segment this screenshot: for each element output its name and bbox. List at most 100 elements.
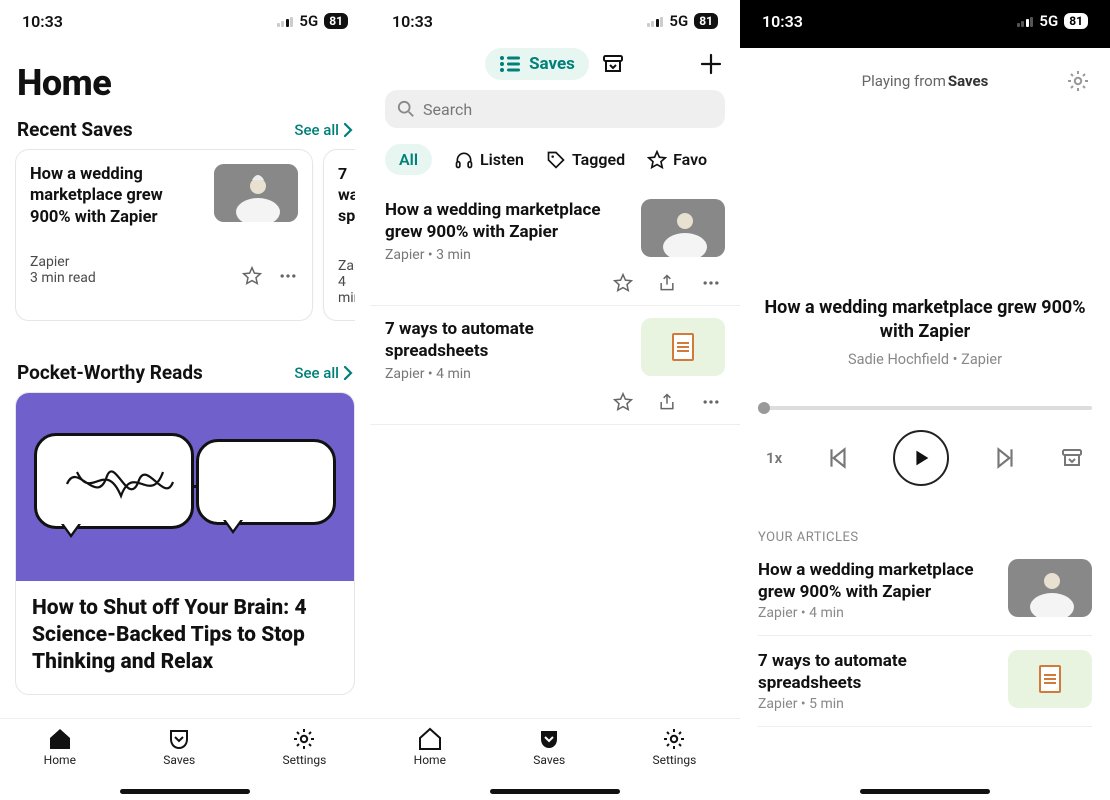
gear-icon (662, 727, 686, 751)
item-title: 7 ways to automate spreadsheets (385, 318, 629, 362)
plus-icon (700, 53, 722, 75)
card-thumbnail (214, 164, 298, 222)
gear-icon (1066, 69, 1090, 93)
card-title: How to Shut off Your Brain: 4 Science-Ba… (16, 581, 354, 694)
home-indicator[interactable] (490, 789, 620, 794)
battery-icon: 81 (324, 13, 348, 29)
player-settings-button[interactable] (1066, 69, 1090, 93)
archive-tab[interactable] (601, 52, 625, 76)
nav-label: Saves (163, 753, 195, 767)
signal-bars-icon (277, 15, 294, 27)
nav-settings[interactable]: Settings (652, 727, 696, 767)
star-icon (647, 150, 667, 170)
queue-item[interactable]: How a wedding marketplace grew 900% with… (758, 545, 1092, 636)
see-all-label: See all (294, 121, 339, 139)
playing-from-source: Saves (948, 72, 988, 90)
recent-saves-carousel[interactable]: How a wedding marketplace grew 900% with… (15, 149, 355, 321)
see-all-label: See all (294, 364, 339, 382)
recent-see-all-link[interactable]: See all (294, 121, 353, 139)
more-horizontal-icon (278, 266, 298, 286)
item-meta: Zapier • 3 min (385, 247, 629, 263)
favorite-button[interactable] (242, 266, 262, 286)
favorite-button[interactable] (613, 392, 633, 412)
speech-bubble-icon (196, 439, 336, 525)
screen-saves: 10:33 5G 81 Saves Search All Listen (370, 0, 740, 800)
filter-bar[interactable]: All Listen Tagged Favo (370, 128, 740, 187)
status-network: 5G (669, 12, 688, 30)
previous-button[interactable] (825, 445, 851, 471)
scribble-icon (57, 452, 177, 516)
item-title: 7 ways to automate spreadsheets (758, 650, 996, 694)
tag-icon (546, 150, 566, 170)
pocket-icon (537, 727, 561, 751)
star-icon (613, 392, 633, 412)
more-button[interactable] (701, 273, 721, 293)
nav-saves[interactable]: Saves (533, 727, 565, 767)
more-button[interactable] (278, 266, 298, 286)
item-thumbnail (1008, 650, 1092, 708)
play-button[interactable] (893, 430, 949, 486)
saves-tab-label: Saves (529, 54, 575, 74)
share-button[interactable] (657, 273, 677, 293)
archive-button[interactable] (1060, 446, 1084, 470)
battery-icon: 81 (1064, 13, 1088, 29)
queue-item[interactable]: 7 ways to automate spreadsheets Zapier •… (758, 636, 1092, 727)
player-heading: Playing from Saves (758, 52, 1092, 96)
home-indicator[interactable] (860, 789, 990, 794)
nav-label: Home (44, 753, 76, 767)
filter-label: Listen (480, 150, 524, 169)
card-source: Zapi (338, 258, 355, 274)
status-time: 10:33 (392, 12, 433, 31)
search-input[interactable]: Search (385, 90, 725, 128)
progress-thumb-icon[interactable] (758, 402, 770, 414)
chevron-right-icon (343, 123, 353, 137)
share-button[interactable] (657, 392, 677, 412)
next-button[interactable] (992, 445, 1018, 471)
pocket-icon (167, 727, 191, 751)
pocket-worthy-card[interactable]: How to Shut off Your Brain: 4 Science-Ba… (15, 392, 355, 695)
filter-favorites[interactable]: Favo (647, 150, 707, 170)
nav-home[interactable]: Home (414, 727, 446, 767)
screen-player: 10:33 5G 81 Playing from Saves How a wed… (740, 0, 1110, 800)
nav-label: Saves (533, 753, 565, 767)
recent-save-card-partial[interactable]: 7 way sprea Zapi 4 min (323, 149, 355, 321)
status-right: 5G 81 (647, 12, 718, 30)
add-button[interactable] (700, 53, 722, 75)
favorite-button[interactable] (613, 273, 633, 293)
nav-saves[interactable]: Saves (163, 727, 195, 767)
card-title: How a wedding marketplace grew 900% with… (30, 164, 204, 228)
status-bar: 10:33 5G 81 (0, 0, 370, 42)
worthy-see-all-link[interactable]: See all (294, 364, 353, 382)
next-icon (992, 445, 1018, 471)
page-title: Home (17, 62, 355, 104)
more-button[interactable] (701, 392, 721, 412)
recent-saves-heading: Recent Saves (17, 118, 133, 141)
wedding-thumb-icon (1008, 559, 1092, 617)
nav-settings[interactable]: Settings (282, 727, 326, 767)
home-indicator[interactable] (120, 789, 250, 794)
archive-icon (601, 52, 625, 76)
list-icon (499, 55, 521, 73)
now-playing-title: How a wedding marketplace grew 900% with… (758, 296, 1092, 345)
status-network: 5G (1039, 12, 1058, 30)
progress-slider[interactable] (758, 406, 1092, 410)
recent-save-card[interactable]: How a wedding marketplace grew 900% with… (15, 149, 313, 321)
card-title: sprea (338, 206, 355, 227)
save-item[interactable]: 7 ways to automate spreadsheets Zapier •… (370, 306, 740, 425)
home-icon (47, 727, 73, 751)
nav-home[interactable]: Home (44, 727, 76, 767)
playing-from-prefix: Playing from (862, 72, 946, 90)
item-thumbnail (1008, 559, 1092, 617)
filter-tagged[interactable]: Tagged (546, 150, 625, 170)
saves-tab[interactable]: Saves (485, 48, 589, 80)
save-item[interactable]: How a wedding marketplace grew 900% with… (370, 187, 740, 306)
search-placeholder: Search (423, 100, 472, 119)
playback-speed-button[interactable]: 1x (766, 449, 782, 467)
your-articles-heading: YOUR ARTICLES (758, 530, 1092, 545)
filter-label: Favo (673, 150, 707, 169)
chevron-right-icon (343, 366, 353, 380)
filter-all[interactable]: All (385, 144, 432, 175)
speech-bubble-icon (34, 433, 194, 529)
filter-listen[interactable]: Listen (454, 150, 524, 170)
spreadsheet-thumb-icon (1008, 650, 1092, 708)
